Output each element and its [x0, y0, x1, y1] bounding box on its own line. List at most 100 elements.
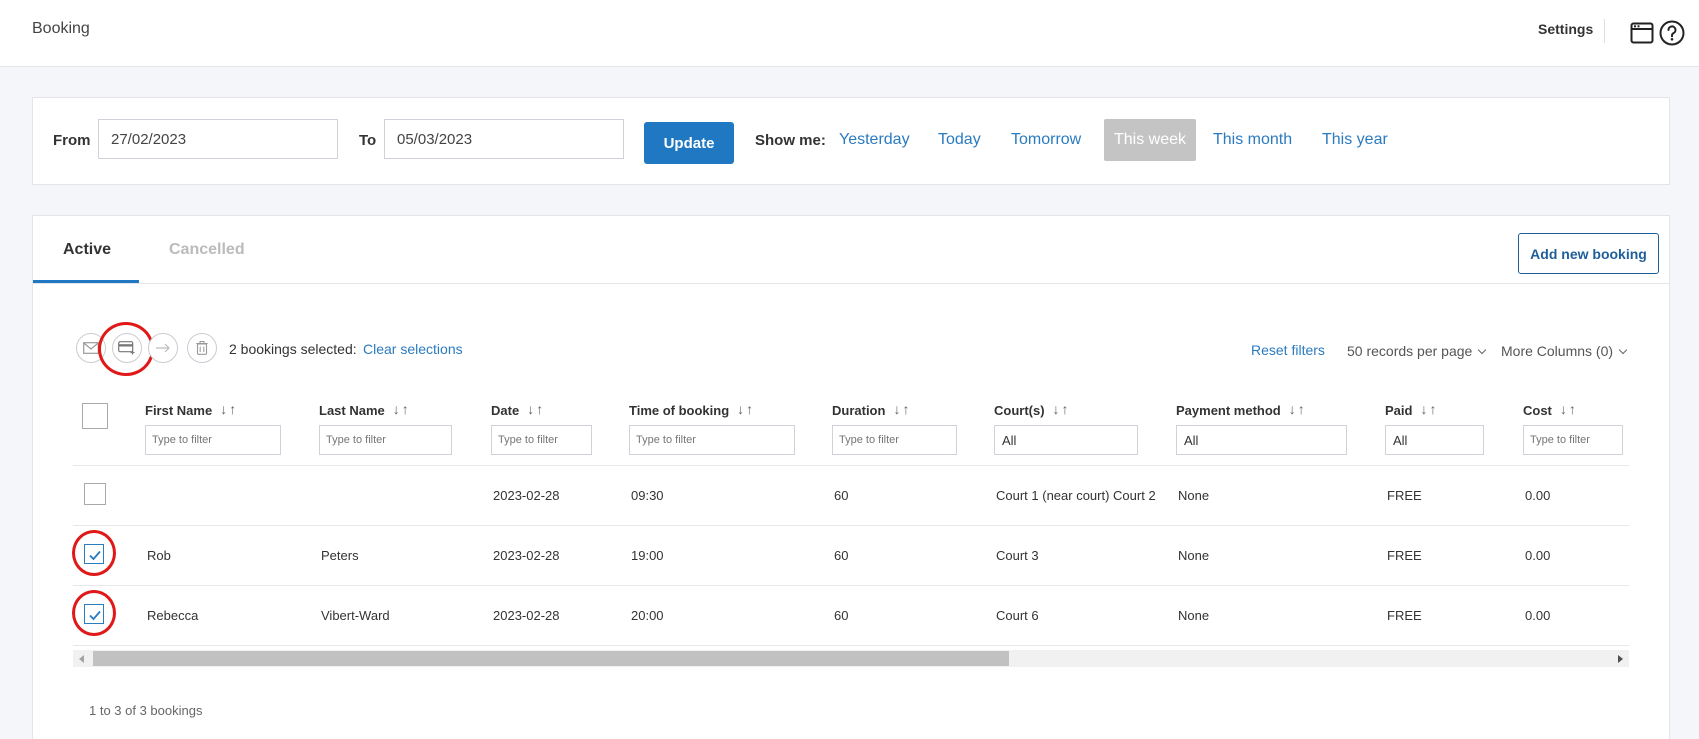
range-today[interactable]: Today: [938, 131, 981, 149]
filter-date[interactable]: [491, 425, 592, 455]
sort-arrows-icon[interactable]: ↓↑: [1053, 401, 1071, 417]
cell-time: 19:00: [631, 548, 664, 563]
browser-window-icon[interactable]: [1630, 22, 1654, 44]
sort-arrows-icon[interactable]: ↓↑: [737, 401, 755, 417]
filter-last-name[interactable]: [319, 425, 452, 455]
filter-payment-select[interactable]: All: [1176, 425, 1347, 455]
range-this-week[interactable]: This week: [1104, 119, 1197, 161]
to-date-input[interactable]: [384, 119, 624, 159]
horizontal-scrollbar[interactable]: [73, 650, 1629, 667]
cell-courts: Court 6: [996, 608, 1039, 623]
col-courts[interactable]: Court(s) ↓↑: [994, 401, 1071, 418]
tab-active[interactable]: Active: [63, 241, 111, 259]
range-yesterday[interactable]: Yesterday: [839, 131, 910, 149]
cell-date: 2023-02-28: [493, 548, 560, 563]
col-cost[interactable]: Cost ↓↑: [1523, 401, 1578, 418]
row-checkbox[interactable]: [84, 604, 104, 624]
filter-duration[interactable]: [832, 425, 957, 455]
delete-action-button[interactable]: [187, 333, 217, 363]
sort-arrows-icon[interactable]: ↓↑: [893, 401, 911, 417]
question-circle-icon[interactable]: [1659, 20, 1685, 46]
row-divider: [73, 585, 1629, 586]
reset-filters-link[interactable]: Reset filters: [1251, 342, 1325, 358]
trash-icon: [196, 341, 208, 355]
filter-cost[interactable]: [1523, 425, 1623, 455]
more-columns-label: More Columns (0): [1501, 343, 1614, 359]
filter-courts-select[interactable]: All: [994, 425, 1138, 455]
col-payment-method[interactable]: Payment method ↓↑: [1176, 401, 1307, 418]
cell-last-name: Vibert-Ward: [321, 608, 390, 623]
settings-link[interactable]: Settings: [1538, 21, 1593, 37]
chevron-down-icon: [1478, 345, 1487, 355]
clear-selections-link[interactable]: Clear selections: [363, 341, 463, 357]
add-new-booking-button[interactable]: Add new booking: [1518, 233, 1659, 274]
app-title: Booking: [32, 20, 90, 37]
email-action-button[interactable]: [76, 333, 106, 363]
to-label: To: [359, 132, 377, 149]
cell-first-name: Rebecca: [147, 608, 199, 623]
add-payment-action-button[interactable]: [112, 333, 142, 363]
bookings-card: Active Cancelled Add new booking 2 booki…: [32, 215, 1670, 739]
sort-arrows-icon[interactable]: ↓↑: [1560, 401, 1578, 417]
scroll-right-arrow-icon[interactable]: [1618, 655, 1623, 663]
records-per-page-dropdown[interactable]: 50 records per page: [1347, 343, 1487, 359]
row-divider: [73, 465, 1629, 466]
cell-date: 2023-02-28: [493, 488, 560, 503]
selection-count: 2 bookings selected:: [229, 341, 357, 357]
cell-date: 2023-02-28: [493, 608, 560, 623]
range-this-month[interactable]: This month: [1213, 131, 1292, 149]
filter-time[interactable]: [629, 425, 795, 455]
move-action-button[interactable]: [148, 333, 178, 363]
col-paid[interactable]: Paid ↓↑: [1385, 401, 1438, 418]
chevron-down-icon: [1618, 345, 1628, 355]
range-this-year[interactable]: This year: [1322, 131, 1388, 149]
show-me-label: Show me:: [755, 132, 826, 149]
arrow-right-icon: [156, 343, 170, 353]
pagination-summary: 1 to 3 of 3 bookings: [89, 703, 203, 718]
cell-paid: FREE: [1387, 488, 1422, 503]
date-filter-card: From To Update Show me: Yesterday Today …: [32, 97, 1670, 185]
tab-active-indicator: [33, 280, 139, 283]
filter-paid-select[interactable]: All: [1385, 425, 1484, 455]
credit-card-plus-icon: [118, 341, 135, 355]
tab-cancelled[interactable]: Cancelled: [169, 241, 245, 259]
update-button[interactable]: Update: [644, 122, 734, 164]
row-checkbox[interactable]: [84, 483, 106, 505]
sort-arrows-icon[interactable]: ↓↑: [1420, 401, 1438, 417]
cell-paid: FREE: [1387, 548, 1422, 563]
cell-time: 20:00: [631, 608, 664, 623]
sort-arrows-icon[interactable]: ↓↑: [220, 401, 238, 417]
checkmark-icon: [89, 550, 101, 561]
col-last-name[interactable]: Last Name ↓↑: [319, 401, 411, 418]
more-columns-dropdown[interactable]: More Columns (0): [1501, 343, 1628, 359]
sort-arrows-icon[interactable]: ↓↑: [1289, 401, 1307, 417]
col-first-name[interactable]: First Name ↓↑: [145, 401, 238, 418]
cell-cost: 0.00: [1525, 608, 1551, 623]
cell-last-name: Peters: [321, 548, 359, 563]
from-date-input[interactable]: [98, 119, 338, 159]
records-per-page-label: 50 records per page: [1347, 343, 1473, 359]
scrollbar-thumb[interactable]: [93, 651, 1009, 666]
col-time-of-booking[interactable]: Time of booking ↓↑: [629, 401, 755, 418]
sort-arrows-icon[interactable]: ↓↑: [527, 401, 545, 417]
sort-arrows-icon[interactable]: ↓↑: [393, 401, 411, 417]
header-divider: [1604, 19, 1605, 43]
top-bar: Booking Settings: [0, 0, 1699, 67]
cell-first-name: Rob: [147, 548, 171, 563]
cell-duration: 60: [834, 488, 849, 503]
select-all-checkbox[interactable]: [82, 403, 108, 429]
col-date[interactable]: Date ↓↑: [491, 401, 545, 418]
cell-duration: 60: [834, 608, 849, 623]
scroll-left-arrow-icon[interactable]: [79, 655, 84, 663]
cell-paid: FREE: [1387, 608, 1422, 623]
row-checkbox[interactable]: [84, 544, 104, 564]
checkmark-icon: [89, 610, 101, 621]
row-divider: [73, 645, 1629, 646]
cell-payment: None: [1178, 488, 1210, 503]
col-duration[interactable]: Duration ↓↑: [832, 401, 911, 418]
cell-cost: 0.00: [1525, 488, 1551, 503]
filter-first-name[interactable]: [145, 425, 281, 455]
cell-courts: Court 1 (near court) Court 2: [996, 488, 1156, 503]
cell-time: 09:30: [631, 488, 664, 503]
range-tomorrow[interactable]: Tomorrow: [1011, 131, 1081, 149]
